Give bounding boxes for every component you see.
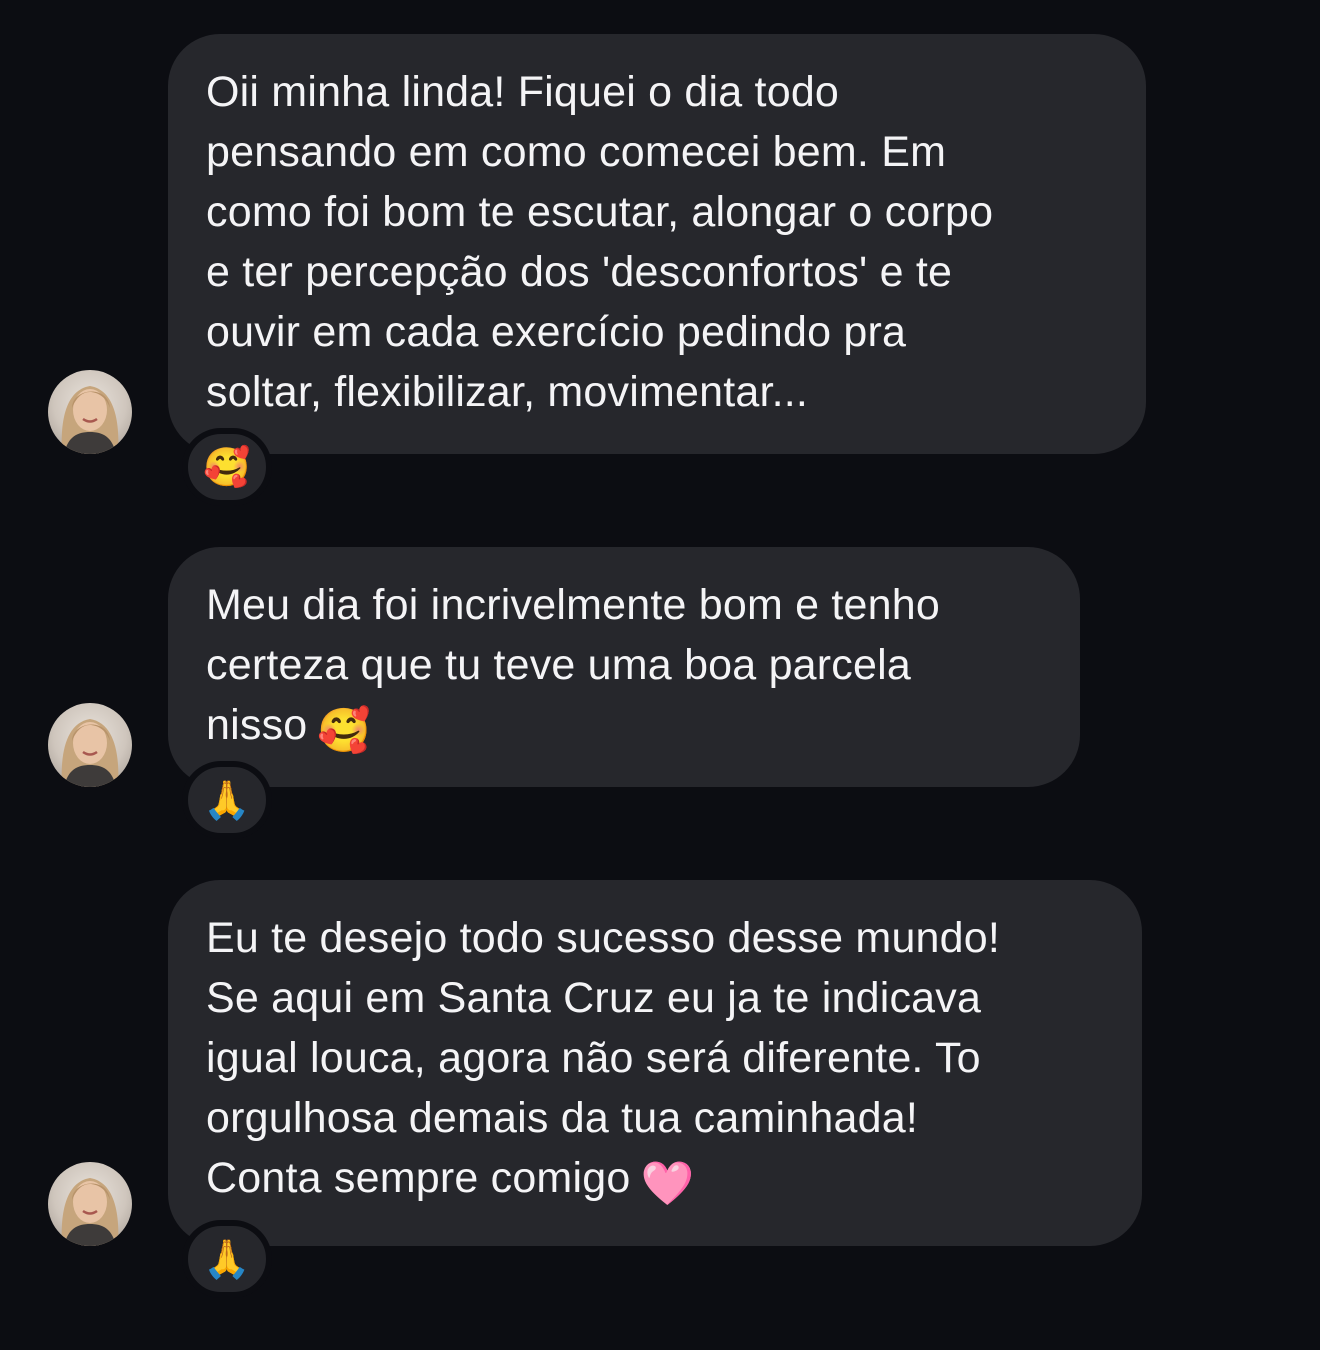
message-line: Oii minha linda! Fiquei o dia todo: [206, 68, 840, 116]
folded-hands-icon: 🙏: [203, 1237, 251, 1281]
message-line: Conta sempre comigo 🩷: [206, 1148, 1104, 1214]
message-line: igual louca, agora não será diferente. T…: [206, 1034, 981, 1082]
avatar[interactable]: [48, 1162, 132, 1246]
message-line: como foi bom te escutar, alongar o corpo: [206, 188, 994, 236]
avatar[interactable]: [48, 370, 132, 454]
message-line: Meu dia foi incrivelmente bom e tenho: [206, 581, 941, 629]
message-text: nisso: [206, 701, 308, 749]
message-line: orgulhosa demais da tua caminhada!: [206, 1094, 918, 1142]
pink-heart-icon: 🩷: [640, 1159, 695, 1209]
message-text: Conta sempre comigo: [206, 1154, 631, 1202]
reaction-badge[interactable]: 🥰: [182, 428, 272, 506]
message-line: soltar, flexibilizar, movimentar...: [206, 368, 809, 416]
message-thread: Oii minha linda! Fiquei o dia todo pensa…: [0, 0, 1320, 1350]
message-line: ouvir em cada exercício pedindo pra: [206, 308, 907, 356]
message-line: nisso 🥰: [206, 695, 1042, 761]
message-line: Se aqui em Santa Cruz eu ja te indicava: [206, 974, 982, 1022]
message-bubble[interactable]: Meu dia foi incrivelmente bom e tenho ce…: [168, 547, 1080, 787]
message-bubble[interactable]: Eu te desejo todo sucesso desse mundo! S…: [168, 880, 1142, 1246]
message-line: pensando em como comecei bem. Em: [206, 128, 947, 176]
message-line: certeza que tu teve uma boa parcela: [206, 641, 911, 689]
smiling-face-with-hearts-icon: 🥰: [203, 445, 251, 489]
reaction-badge[interactable]: 🙏: [182, 1220, 272, 1298]
smiling-face-with-hearts-icon: 🥰: [317, 706, 372, 756]
avatar[interactable]: [48, 703, 132, 787]
message-bubble[interactable]: Oii minha linda! Fiquei o dia todo pensa…: [168, 34, 1146, 454]
reaction-badge[interactable]: 🙏: [182, 761, 272, 839]
folded-hands-icon: 🙏: [203, 778, 251, 822]
message-line: e ter percepção dos 'desconfortos' e te: [206, 248, 953, 296]
message-line: Eu te desejo todo sucesso desse mundo!: [206, 914, 1001, 962]
